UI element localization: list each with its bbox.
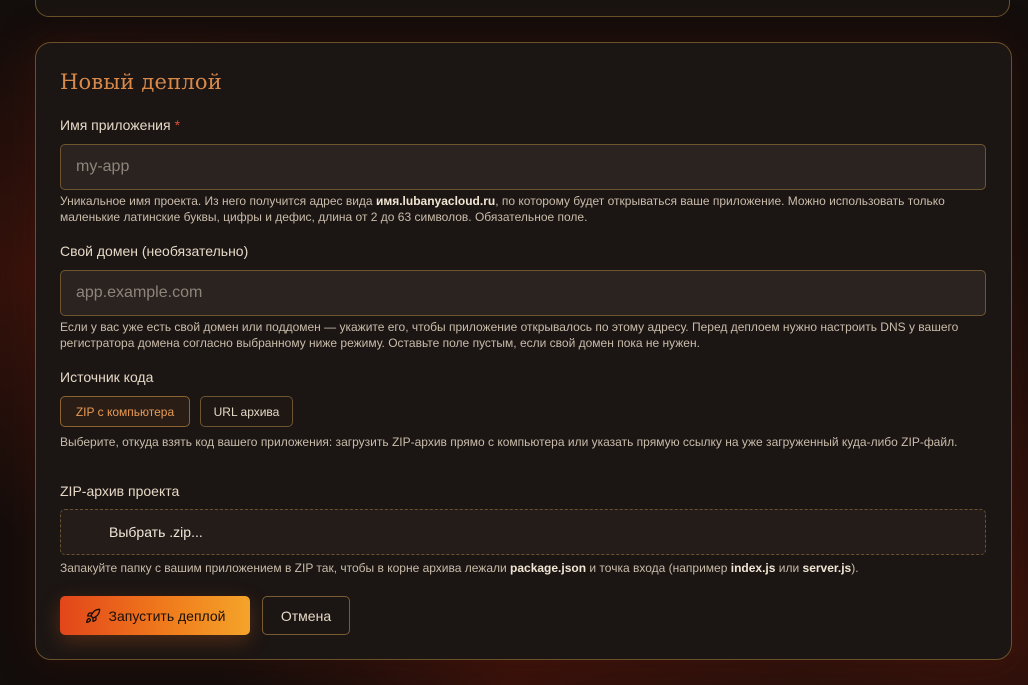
card-title: Новый деплой [60, 70, 222, 94]
zip-hint-text-2: и точка входа (например [586, 561, 731, 575]
app-name-input[interactable] [60, 144, 986, 190]
app-name-label: Имя приложения * [60, 117, 180, 133]
rocket-icon [85, 608, 100, 623]
new-deploy-card: Новый деплой Имя приложения* Уникальное … [35, 42, 1012, 660]
zip-hint-text-3: или [775, 561, 803, 575]
cancel-button[interactable]: Отмена [262, 596, 350, 635]
app-name-label-text: Имя приложения [60, 117, 171, 133]
domain-label: Свой домен (необязательно) [60, 243, 249, 259]
source-hint: Выберите, откуда взять код вашего прилож… [60, 435, 958, 449]
zip-hint: Запакуйте папку с вашим приложением в ZI… [60, 560, 990, 576]
zip-label: ZIP-архив проекта [60, 483, 180, 499]
deploy-button-label: Запустить деплой [108, 607, 226, 624]
domain-hint: Если у вас уже есть свой домен или поддо… [60, 320, 959, 350]
zip-file-picker[interactable]: Выбрать .zip... [60, 509, 986, 555]
zip-hint-index-js: index.js [730, 561, 776, 575]
app-name-hint-domain: имя.lubanyacloud.ru [375, 194, 496, 208]
app-name-hint-text-1: Уникальное имя проекта. Из него получитс… [60, 194, 376, 208]
source-option-url[interactable]: URL архива [200, 396, 293, 427]
zip-hint-text-1: Запакуйте папку с вашим приложением в ZI… [60, 561, 511, 575]
zip-hint-server-js: server.js [802, 561, 852, 575]
zip-hint-text-4: ). [851, 561, 859, 575]
deploy-button[interactable]: Запустить деплой [60, 596, 250, 635]
app-name-hint: Уникальное имя проекта. Из него получитс… [60, 193, 990, 225]
source-label: Источник кода [60, 369, 154, 385]
zip-file-picker-label: Выбрать .zip... [109, 524, 203, 540]
required-mark: * [174, 117, 181, 133]
zip-hint-package-json: package.json [510, 561, 587, 575]
previous-card [35, 0, 1010, 17]
domain-input[interactable] [60, 270, 986, 316]
source-option-zip[interactable]: ZIP с компьютера [60, 396, 190, 427]
